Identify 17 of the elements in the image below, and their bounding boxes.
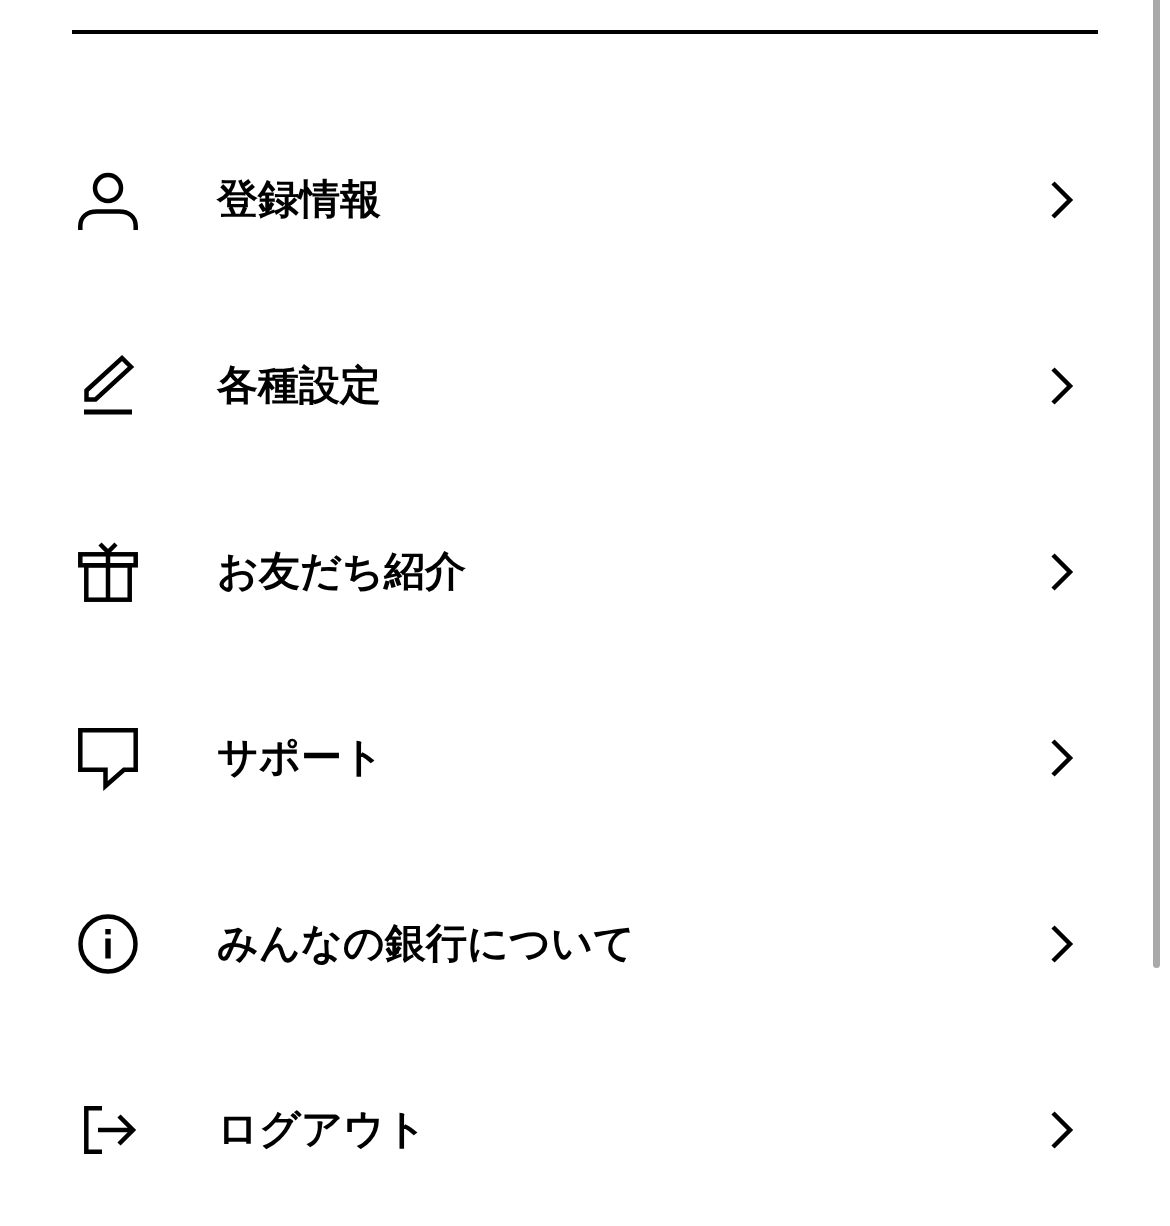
chevron-right-icon	[1050, 366, 1076, 406]
info-icon	[78, 914, 138, 974]
menu-item[interactable]: 各種設定	[78, 356, 1076, 416]
chevron-right-icon	[1050, 924, 1076, 964]
chevron-right-icon	[1050, 1110, 1076, 1150]
menu-item[interactable]: 登録情報	[78, 170, 1076, 230]
menu-item[interactable]: サポート	[78, 728, 1076, 788]
chevron-right-icon	[1050, 180, 1076, 220]
menu-item[interactable]: お友だち紹介	[78, 542, 1076, 602]
menu-item[interactable]: ログアウト	[78, 1100, 1076, 1160]
chevron-right-icon	[1050, 738, 1076, 778]
menu-item[interactable]: みんなの銀行について	[78, 914, 1076, 974]
scrollbar-thumb[interactable]	[1153, 0, 1160, 968]
speech-bubble-icon	[78, 728, 138, 788]
gift-icon	[78, 542, 138, 602]
person-icon	[78, 170, 138, 230]
chevron-right-icon	[1050, 552, 1076, 592]
